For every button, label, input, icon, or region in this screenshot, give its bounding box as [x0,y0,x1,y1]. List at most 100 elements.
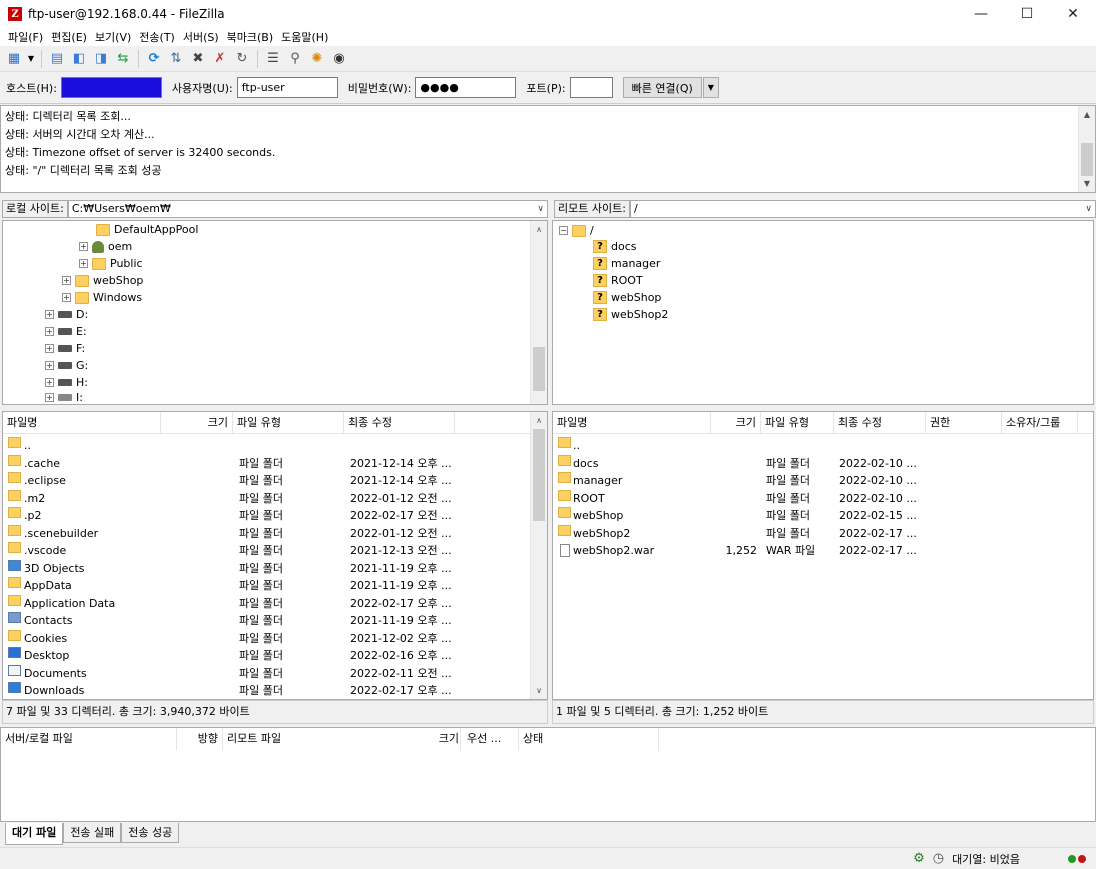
column-modified[interactable]: 최종 수정 [344,412,455,434]
column-filename[interactable]: 파일명 [553,412,711,434]
scroll-up-icon[interactable]: ∧ [531,221,547,238]
table-row[interactable]: .scenebuilder 파일 폴더 2022-01-12 오전 ... [3,524,530,543]
table-row[interactable]: webShop2.war 1,252 WAR 파일 2022-02-17 ... [553,542,1093,560]
search-icon[interactable]: ◉ [329,49,349,69]
chevron-down-icon[interactable]: ∨ [1085,201,1092,217]
tree-item-manager[interactable]: ? manager [593,255,660,272]
toggle-filter-icon[interactable]: ⚲ [285,49,305,69]
table-row[interactable]: Application Data 파일 폴더 2022-02-17 오후 ... [3,594,530,613]
tree-item-docs[interactable]: ? docs [593,238,637,255]
table-row[interactable]: webShop2 파일 폴더 2022-02-17 ... [553,524,1093,543]
quickconnect-dropdown-icon[interactable]: ▼ [702,77,719,98]
toggle-queue-icon[interactable]: ⇆ [113,49,133,69]
expand-icon[interactable]: + [45,310,54,319]
expand-icon[interactable]: + [62,276,71,285]
tree-item-public[interactable]: + Public [79,255,143,272]
expand-icon[interactable]: + [79,259,88,268]
expand-icon[interactable]: + [45,393,54,402]
table-row[interactable]: .vscode 파일 폴더 2021-12-13 오전 ... [3,542,530,560]
expand-icon[interactable]: + [79,242,88,251]
remote-path-input[interactable]: / ∨ [629,200,1096,218]
table-row[interactable]: .. [553,437,1093,455]
site-manager-icon[interactable]: ▦ [4,49,24,69]
site-manager-dropdown-icon[interactable]: ▼ [26,49,36,69]
username-input[interactable] [236,77,338,98]
tree-item-defaultapppool[interactable]: DefaultAppPool [96,221,198,238]
column-modified[interactable]: 최종 수정 [834,412,926,434]
refresh-icon[interactable]: ⟳ [144,49,164,69]
tab-successful-transfers[interactable]: 전송 성공 [121,823,180,843]
tree-item-drive-i[interactable]: + I: [45,389,83,404]
maximize-button[interactable]: ☐ [1004,0,1050,28]
toggle-log-icon[interactable]: ▤ [47,49,67,69]
tab-failed-transfers[interactable]: 전송 실패 [63,823,122,843]
expand-icon[interactable]: + [45,378,54,387]
scroll-thumb[interactable] [533,347,545,391]
queue-column-size[interactable]: 크기 [407,728,463,750]
table-row[interactable]: ROOT 파일 폴더 2022-02-10 ... [553,489,1093,508]
port-input[interactable] [569,77,613,98]
tree-item-root[interactable]: − / [559,222,594,239]
queue-column-status[interactable]: 상태 [519,728,659,750]
table-row[interactable]: docs 파일 폴더 2022-02-10 ... [553,454,1093,473]
tree-item-drive-g[interactable]: + G: [45,357,88,374]
toggle-remote-tree-icon[interactable]: ◨ [91,49,111,69]
column-permissions[interactable]: 권한 [926,412,1002,434]
local-path-input[interactable]: C:₩Users₩oem₩ ∨ [67,200,548,218]
collapse-icon[interactable]: − [559,226,568,235]
gear-icon[interactable]: ⚙ [913,851,925,866]
scroll-down-icon[interactable]: ▼ [1079,175,1095,192]
table-row[interactable]: Downloads 파일 폴더 2022-02-17 오후 ... [3,682,530,699]
column-size[interactable]: 크기 [711,412,761,434]
reconnect-icon[interactable]: ↻ [232,49,252,69]
column-owner[interactable]: 소유자/그룹 [1002,412,1078,434]
column-filename[interactable]: 파일명 [3,412,161,434]
quickconnect-button[interactable]: 빠른 연결(Q) [622,77,702,98]
table-row[interactable]: .m2 파일 폴더 2022-01-12 오전 ... [3,489,530,508]
local-tree-scrollbar[interactable]: ∧ [530,221,547,404]
tree-item-drive-d[interactable]: + D: [45,306,88,323]
menu-transfer[interactable]: 전송(T) [135,29,179,45]
queue-column-file[interactable]: 서버/로컬 파일 [1,728,177,750]
process-queue-icon[interactable]: ⇅ [166,49,186,69]
menu-file[interactable]: 파일(F) [4,29,47,45]
tree-item-drive-e[interactable]: + E: [45,323,87,340]
column-size[interactable]: 크기 [161,412,233,434]
expand-icon[interactable]: + [45,344,54,353]
scroll-thumb[interactable] [533,429,545,521]
cancel-operation-icon[interactable]: ✖ [188,49,208,69]
tree-item-oem[interactable]: + oem [79,238,132,255]
table-row[interactable]: Documents 파일 폴더 2022-02-11 오전 ... [3,664,530,683]
menu-help[interactable]: 도움말(H) [277,29,332,45]
queue-column-direction[interactable]: 방향 [177,728,223,750]
menu-view[interactable]: 보기(V) [91,29,135,45]
chevron-down-icon[interactable]: ∨ [537,201,544,217]
password-input[interactable] [415,77,517,98]
table-row[interactable]: .cache 파일 폴더 2021-12-14 오후 ... [3,454,530,473]
scroll-up-icon[interactable]: ▲ [1079,106,1095,123]
table-row[interactable]: AppData 파일 폴더 2021-11-19 오후 ... [3,577,530,595]
table-row[interactable]: .eclipse 파일 폴더 2021-12-14 오후 ... [3,472,530,490]
minimize-button[interactable]: — [958,0,1004,28]
scroll-up-icon[interactable]: ∧ [531,412,547,429]
menu-bookmarks[interactable]: 북마크(B) [223,29,278,45]
host-input[interactable] [60,77,162,98]
disconnect-icon[interactable]: ✗ [210,49,230,69]
table-row[interactable]: .p2 파일 폴더 2022-02-17 오전 ... [3,507,530,525]
tab-queued-files[interactable]: 대기 파일 [5,823,64,845]
table-row[interactable]: Desktop 파일 폴더 2022-02-16 오후 ... [3,647,530,665]
tree-item-root-folder[interactable]: ? ROOT [593,272,643,289]
expand-icon[interactable]: + [45,327,54,336]
table-row[interactable]: manager 파일 폴더 2022-02-10 ... [553,472,1093,490]
table-row[interactable]: .. [3,437,530,455]
tree-item-drive-f[interactable]: + F: [45,340,85,357]
scroll-down-icon[interactable]: ∨ [531,682,547,699]
queue-column-priority[interactable]: 우선 ... [463,728,519,750]
scroll-thumb[interactable] [1081,143,1093,176]
column-type[interactable]: 파일 유형 [761,412,834,434]
table-row[interactable]: webShop 파일 폴더 2022-02-15 ... [553,507,1093,525]
toggle-local-tree-icon[interactable]: ◧ [69,49,89,69]
speed-limit-icon[interactable]: ◷ [933,851,944,866]
column-type[interactable]: 파일 유형 [233,412,344,434]
tree-item-webshop[interactable]: ? webShop [593,289,661,306]
